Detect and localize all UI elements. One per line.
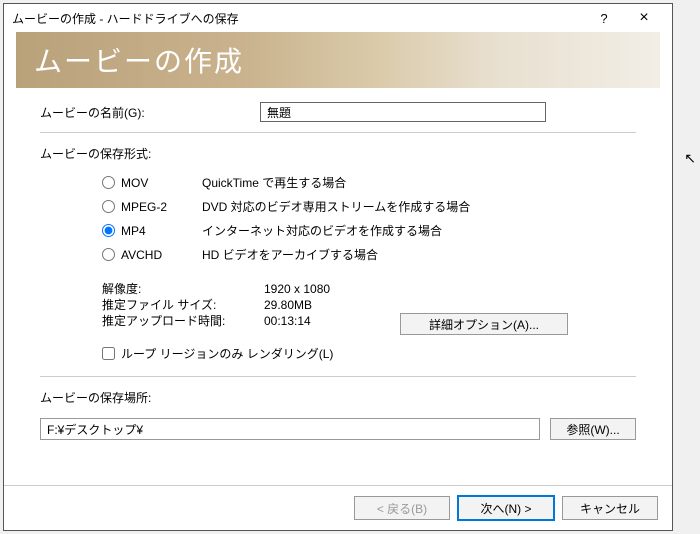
advanced-options-button[interactable]: 詳細オプション(A)...	[400, 313, 568, 335]
desc-avchd: HD ビデオをアーカイブする場合	[202, 246, 636, 263]
filesize-value: 29.80MB	[264, 297, 400, 313]
loop-region-checkbox[interactable]	[102, 347, 115, 360]
back-button[interactable]: < 戻る(B)	[354, 496, 450, 520]
help-button[interactable]: ?	[584, 4, 624, 32]
window-title: ムービーの作成 - ハードドライブへの保存	[12, 10, 239, 27]
resolution-label: 解像度:	[40, 281, 264, 297]
radio-mpeg2[interactable]	[102, 200, 115, 213]
divider	[40, 132, 636, 133]
loop-region-label: ループ リージョンのみ レンダリング(L)	[121, 345, 333, 362]
close-button[interactable]: ×	[624, 4, 664, 32]
cancel-button[interactable]: キャンセル	[562, 496, 658, 520]
radio-mpeg2-label: MPEG-2	[121, 200, 167, 214]
browse-button[interactable]: 参照(W)...	[550, 418, 636, 440]
titlebar: ムービーの作成 - ハードドライブへの保存 ? ×	[4, 4, 672, 32]
desc-mp4: インターネット対応のビデオを作成する場合	[202, 222, 636, 239]
next-button[interactable]: 次へ(N) >	[458, 496, 554, 520]
upload-value: 00:13:14	[264, 313, 400, 335]
resolution-value: 1920 x 1080	[264, 281, 400, 297]
desc-mov: QuickTime で再生する場合	[202, 174, 636, 191]
cursor-icon: ↖	[684, 150, 696, 167]
location-input[interactable]	[40, 418, 540, 440]
footer: < 戻る(B) 次へ(N) > キャンセル	[4, 485, 672, 530]
desc-mpeg2: DVD 対応のビデオ専用ストリームを作成する場合	[202, 198, 636, 215]
banner: ムービーの作成	[16, 32, 660, 88]
location-section-label: ムービーの保存場所:	[40, 389, 636, 406]
divider-2	[40, 376, 636, 377]
filesize-label: 推定ファイル サイズ:	[40, 297, 264, 313]
radio-mp4-label: MP4	[121, 224, 146, 238]
radio-mov[interactable]	[102, 176, 115, 189]
upload-label: 推定アップロード時間:	[40, 313, 264, 335]
dialog-window: ムービーの作成 - ハードドライブへの保存 ? × ムービーの作成 ムービーの名…	[3, 3, 673, 531]
radio-mov-label: MOV	[121, 176, 148, 190]
radio-mp4[interactable]	[102, 224, 115, 237]
radio-avchd-label: AVCHD	[121, 248, 162, 262]
format-section-label: ムービーの保存形式:	[40, 145, 636, 162]
movie-name-label: ムービーの名前(G):	[40, 104, 260, 121]
movie-name-input[interactable]	[260, 102, 546, 122]
radio-avchd[interactable]	[102, 248, 115, 261]
banner-title: ムービーの作成	[34, 40, 244, 80]
